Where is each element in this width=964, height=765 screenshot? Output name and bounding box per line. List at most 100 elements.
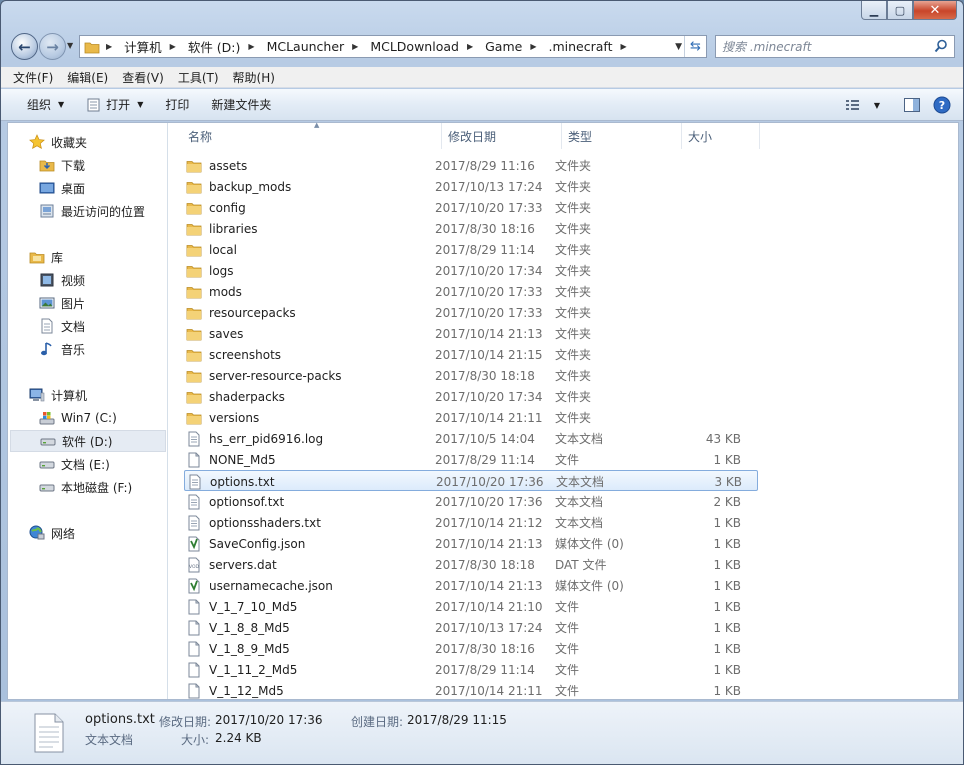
table-row[interactable]: V_1_7_10_Md5 2017/10/14 21:10 文件 1 KB [184, 596, 758, 617]
breadcrumb-mcldownload[interactable]: MCLDownload ▶ [367, 36, 482, 57]
nav-libraries[interactable]: 库 [28, 246, 63, 268]
table-row[interactable]: optionsof.txt 2017/10/20 17:36 文本文档 2 KB [184, 491, 758, 512]
help-button[interactable]: ? [927, 96, 957, 114]
table-row[interactable]: screenshots 2017/10/14 21:15 文件夹 [184, 344, 758, 365]
breadcrumb-minecraft[interactable]: .minecraft ▶ [545, 36, 635, 57]
nav-drive-f[interactable]: 本地磁盘 (F:) [38, 476, 132, 498]
nav-recent-places[interactable]: 最近访问的位置 [38, 200, 145, 222]
file-icon [186, 599, 202, 615]
nav-drive-d[interactable]: 软件 (D:) [10, 430, 166, 452]
search-input[interactable] [722, 36, 932, 57]
close-button[interactable]: ✕ [913, 1, 957, 20]
text-file-icon [186, 431, 202, 447]
column-header-date[interactable]: 修改日期 [442, 123, 562, 149]
column-name-label: 名称 [188, 129, 213, 144]
table-row[interactable]: config 2017/10/20 17:33 文件夹 [184, 197, 758, 218]
star-icon [29, 134, 45, 149]
minimize-button[interactable]: ▁ [861, 1, 887, 20]
table-row[interactable]: backup_mods 2017/10/13 17:24 文件夹 [184, 176, 758, 197]
address-bar[interactable]: ▶ 计算机 ▶ 软件 (D:) ▶ MCLauncher ▶ MCLDownload ▶… [79, 35, 707, 58]
table-row[interactable]: mods 2017/10/20 17:33 文件夹 [184, 281, 758, 302]
table-row[interactable]: server-resource-packs 2017/8/30 18:18 文件夹 [184, 365, 758, 386]
file-icon [186, 641, 202, 657]
nav-music[interactable]: 音乐 [38, 338, 85, 360]
nav-favorites[interactable]: 收藏夹 [28, 131, 87, 153]
print-button[interactable]: 打印 [157, 93, 197, 117]
column-header-size[interactable]: 大小 [682, 123, 760, 149]
detail-filetype: 文本文档 [85, 733, 134, 747]
forward-button[interactable]: → [39, 33, 66, 60]
table-row[interactable]: saves 2017/10/14 21:13 文件夹 [184, 323, 758, 344]
file-date-cell: 2017/8/30 18:16 [435, 221, 535, 236]
breadcrumb-computer[interactable]: 计算机 ▶ [121, 36, 185, 57]
view-options-dropdown[interactable]: ▼ [869, 101, 885, 110]
table-row[interactable]: local 2017/8/29 11:14 文件夹 [184, 239, 758, 260]
refresh-button[interactable]: ⇆ [684, 36, 706, 57]
table-row[interactable]: optionsshaders.txt 2017/10/14 21:12 文本文档 1 … [184, 512, 758, 533]
menu-help[interactable]: 帮助(H) [233, 69, 275, 86]
nav-videos[interactable]: 视频 [38, 269, 85, 291]
new-folder-button[interactable]: 新建文件夹 [203, 93, 279, 117]
back-button[interactable]: ← [11, 33, 38, 60]
details-pane: options.txt 修改日期: 2017/10/20 17:36 创建日期:… [1, 701, 963, 764]
file-name-cell: SaveConfig.json [186, 533, 305, 554]
table-row[interactable]: NONE_Md5 2017/8/29 11:14 文件 1 KB [184, 449, 758, 470]
file-date-cell: 2017/8/29 11:16 [435, 158, 535, 173]
nav-network[interactable]: 网络 [28, 522, 75, 544]
file-date-cell: 2017/10/20 17:33 [435, 284, 543, 299]
nav-label: 视频 [61, 273, 86, 288]
table-row[interactable]: assets 2017/8/29 11:16 文件夹 [184, 155, 758, 176]
breadcrumb-drive-d[interactable]: 软件 (D:) ▶ [185, 36, 264, 57]
table-row[interactable]: shaderpacks 2017/10/20 17:34 文件夹 [184, 386, 758, 407]
open-button[interactable]: 打开 ▼ [78, 93, 151, 117]
file-date-cell: 2017/10/20 17:36 [436, 474, 544, 489]
menu-view[interactable]: 查看(V) [122, 69, 164, 86]
nav-downloads[interactable]: 下载 [38, 154, 85, 176]
table-row[interactable]: V_1_11_2_Md5 2017/8/29 11:14 文件 1 KB [184, 659, 758, 680]
file-name-cell: V_1_8_8_Md5 [186, 617, 290, 638]
nav-computer[interactable]: 计算机 [28, 384, 87, 406]
nav-documents[interactable]: 文档 [38, 315, 85, 337]
nav-pictures[interactable]: 图片 [38, 292, 85, 314]
breadcrumb-mclauncher[interactable]: MCLauncher ▶ [264, 36, 368, 57]
file-type-cell: 文件 [555, 684, 580, 698]
table-row[interactable]: V_1_12_Md5 2017/10/14 21:11 文件 1 KB [184, 680, 758, 701]
table-row[interactable]: logs 2017/10/20 17:34 文件夹 [184, 260, 758, 281]
table-row[interactable]: versions 2017/10/14 21:11 文件夹 [184, 407, 758, 428]
menu-file[interactable]: 文件(F) [13, 69, 53, 86]
menu-edit[interactable]: 编辑(E) [67, 69, 108, 86]
libraries-icon [29, 252, 45, 264]
column-header-type[interactable]: 类型 [562, 123, 682, 149]
nav-desktop[interactable]: 桌面 [38, 177, 85, 199]
breadcrumb-label: MCLDownload [370, 39, 459, 54]
table-row-selected[interactable]: options.txt 2017/10/20 17:36 文本文档 3 KB [184, 470, 758, 491]
table-row[interactable]: V_1_8_9_Md5 2017/8/30 18:16 文件 1 KB [184, 638, 758, 659]
recent-pages-dropdown[interactable]: ▼ [67, 41, 73, 50]
nav-drive-e[interactable]: 文档 (E:) [38, 453, 110, 475]
table-row[interactable]: V_1_8_8_Md5 2017/10/13 17:24 文件 1 KB [184, 617, 758, 638]
search-icon[interactable] [934, 39, 948, 53]
file-name-cell: V_1_12_Md5 [186, 680, 284, 701]
breadcrumb-game[interactable]: Game ▶ [482, 36, 545, 57]
nav-drive-c[interactable]: Win7 (C:) [38, 407, 117, 429]
menu-tools[interactable]: 工具(T) [178, 69, 219, 86]
column-header-name[interactable]: 名称 ▲ [182, 121, 442, 149]
table-row[interactable]: SaveConfig.json 2017/10/14 21:13 媒体文件 (0) 1… [184, 533, 758, 554]
breadcrumb-root-arrow[interactable]: ▶ [100, 36, 121, 57]
folder-icon [186, 389, 202, 405]
preview-pane-button[interactable] [897, 97, 927, 113]
nav-label: 最近访问的位置 [61, 204, 146, 219]
file-size-cell: 3 KB [714, 474, 742, 489]
table-row[interactable]: resourcepacks 2017/10/20 17:33 文件夹 [184, 302, 758, 323]
table-row[interactable]: hs_err_pid6916.log 2017/10/5 14:04 文本文档 43 … [184, 428, 758, 449]
organize-button[interactable]: 组织 ▼ [19, 93, 72, 117]
table-row[interactable]: libraries 2017/8/30 18:16 文件夹 [184, 218, 758, 239]
table-row[interactable]: VOD servers.dat 2017/8/30 18:18 DAT 文件 1 KB [184, 554, 758, 575]
address-history-dropdown[interactable]: ▼ [675, 42, 682, 52]
maximize-button[interactable]: ▢ [887, 1, 913, 20]
file-name: NONE_Md5 [209, 452, 276, 467]
change-view-button[interactable] [839, 98, 869, 112]
table-row[interactable]: usernamecache.json 2017/10/14 21:13 媒体文件 (… [184, 575, 758, 596]
organize-label: 组织 [27, 98, 52, 112]
file-date-cell: 2017/10/14 21:11 [435, 683, 543, 698]
